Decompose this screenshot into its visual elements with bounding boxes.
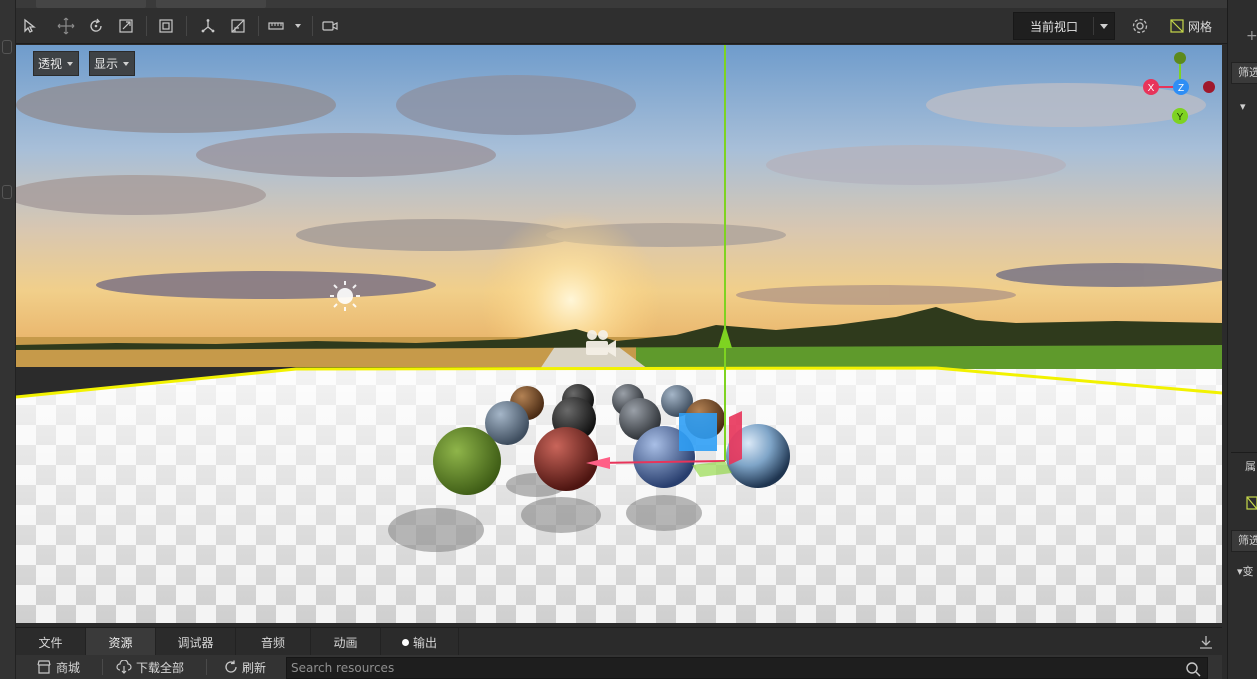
tab-resources[interactable]: 资源 <box>86 628 156 656</box>
scene-filter-input[interactable]: 筛选 <box>1231 62 1257 84</box>
dock-handle-icon[interactable] <box>2 185 12 199</box>
axis-z-label: Z <box>1178 83 1184 94</box>
toolbar-separator <box>258 16 259 36</box>
projection-label: 透视 <box>38 57 63 71</box>
yz-plane-handle[interactable] <box>729 411 742 465</box>
projection-dropdown[interactable]: 透视 <box>33 51 79 76</box>
scene-tab[interactable] <box>36 0 146 8</box>
store-icon <box>37 660 51 674</box>
viewport-select-value: 当前视口 <box>1030 19 1079 34</box>
right-dock-panel: + 筛选 ▾ 属 筛选 ▾变 <box>1227 0 1257 679</box>
scene-render[interactable]: X Z Y <box>16 45 1222 623</box>
store-label: 商城 <box>56 660 81 675</box>
toolbar-separator <box>186 16 187 36</box>
properties-filter-input[interactable]: 筛选 <box>1231 530 1257 552</box>
axis-y-label: Y <box>1177 112 1184 123</box>
filter-placeholder: 筛选 <box>1238 66 1257 79</box>
snap-tool-icon[interactable] <box>226 14 250 38</box>
scene-tab-strip <box>16 0 1227 8</box>
toolbar-separator <box>206 659 207 675</box>
axis-y-pos-icon[interactable] <box>1174 52 1186 64</box>
dock-handle-icon[interactable] <box>2 40 12 54</box>
xy-plane-handle[interactable] <box>679 413 717 451</box>
refresh-label: 刷新 <box>242 660 267 675</box>
move-tool-icon[interactable] <box>54 14 78 38</box>
rect-tool-icon[interactable] <box>154 14 178 38</box>
resources-toolbar: 商城 下载全部 刷新 <box>16 655 1222 679</box>
tab-output[interactable]: 输出 <box>381 628 459 656</box>
download-all-button[interactable]: 下载全部 <box>116 657 184 677</box>
grid-toggle[interactable]: 网格 <box>1170 16 1212 36</box>
scene-viewport[interactable]: X Z Y 透视 显示 <box>16 45 1222 623</box>
tab-audio[interactable]: 音频 <box>236 628 311 656</box>
layout-dropdown-icon[interactable] <box>286 14 310 38</box>
tab-label: 音频 <box>260 635 285 650</box>
select-tool-icon[interactable] <box>18 14 42 38</box>
left-dock-strip <box>0 0 16 679</box>
unread-dot-icon <box>401 638 409 646</box>
download-icon[interactable] <box>1198 634 1214 653</box>
layout-tool-icon[interactable] <box>264 14 288 38</box>
download-all-label: 下载全部 <box>136 660 185 675</box>
scale-tool-icon[interactable] <box>114 14 138 38</box>
cloud-download-icon <box>116 660 132 674</box>
gear-icon[interactable] <box>1128 14 1152 38</box>
transform-section[interactable]: ▾变 <box>1231 562 1257 584</box>
axis-x-neg-icon[interactable] <box>1203 81 1215 93</box>
properties-title: 属 <box>1245 460 1256 473</box>
chevron-down-icon <box>123 62 129 66</box>
tree-expand-icon[interactable]: ▾ <box>1240 100 1246 113</box>
sphere-material[interactable] <box>433 427 501 495</box>
bottom-dock-tabs: 文件 资源 调试器 音频 动画 输出 <box>16 627 1222 656</box>
grid-icon <box>1170 19 1184 33</box>
resource-search-field[interactable] <box>286 657 1208 679</box>
display-label: 显示 <box>94 57 119 71</box>
search-input[interactable] <box>291 661 1171 675</box>
add-icon[interactable]: + <box>1246 28 1257 44</box>
tab-animation[interactable]: 动画 <box>311 628 381 656</box>
tab-label: 动画 <box>333 635 358 650</box>
toolbar-separator <box>102 659 103 675</box>
display-dropdown[interactable]: 显示 <box>89 51 135 76</box>
scene-tab[interactable] <box>156 0 266 8</box>
transform-label-text: 变 <box>1242 565 1254 578</box>
viewport-toolbar: 当前视口 网格 <box>16 8 1227 44</box>
tab-label: 调试器 <box>177 635 214 650</box>
viewport-select[interactable]: 当前视口 <box>1013 12 1115 40</box>
tab-files[interactable]: 文件 <box>16 628 86 656</box>
editor-window: 当前视口 网格 X Z Y 透视 显示 + 筛 ▾ 属 筛 ▾变 文件 资源 调… <box>0 0 1257 679</box>
store-button[interactable]: 商城 <box>36 657 80 677</box>
filter-placeholder: 筛选 <box>1238 534 1257 547</box>
refresh-icon <box>225 660 237 673</box>
tab-label: 文件 <box>38 635 63 650</box>
properties-icon[interactable] <box>1246 496 1257 513</box>
axis-x-label: X <box>1148 83 1155 94</box>
panel-divider <box>1231 452 1257 453</box>
chevron-down-icon <box>1100 24 1108 29</box>
search-icon[interactable] <box>1185 661 1201 677</box>
toolbar-separator <box>312 16 313 36</box>
tab-debugger[interactable]: 调试器 <box>156 628 236 656</box>
chevron-down-icon <box>67 62 73 66</box>
grid-label: 网格 <box>1188 19 1213 34</box>
tab-label: 输出 <box>412 635 437 650</box>
refresh-button[interactable]: 刷新 <box>224 657 266 677</box>
rotate-tool-icon[interactable] <box>84 14 108 38</box>
pivot-tool-icon[interactable] <box>196 14 220 38</box>
select-divider <box>1093 17 1094 35</box>
camera-tool-icon[interactable] <box>318 14 342 38</box>
toolbar-separator <box>146 16 147 36</box>
tab-label: 资源 <box>108 635 133 650</box>
sphere-material[interactable] <box>534 427 598 491</box>
